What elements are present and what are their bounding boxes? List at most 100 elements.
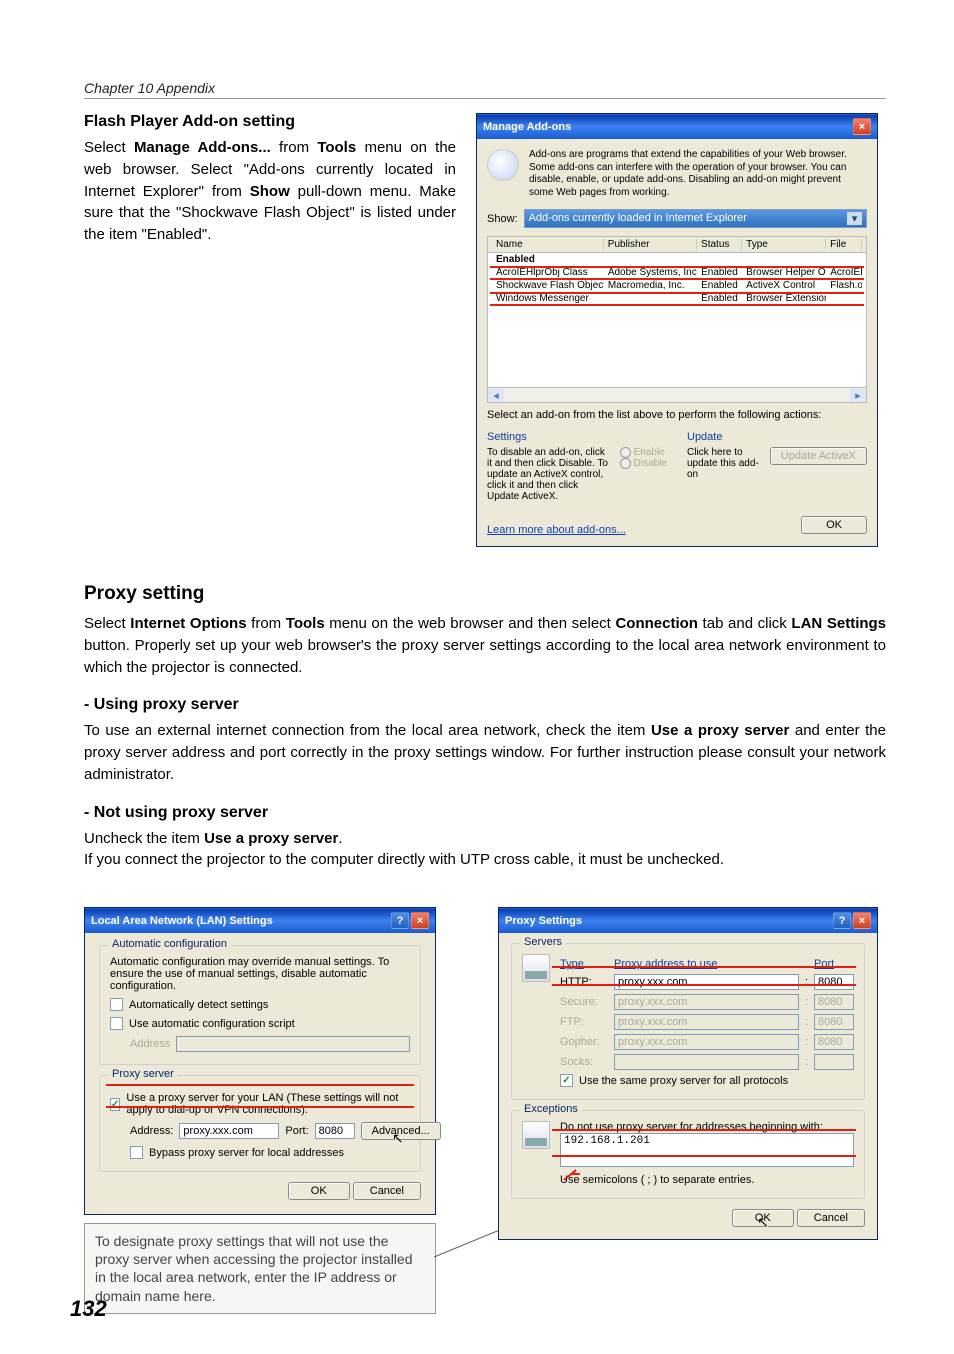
horizontal-scrollbar[interactable]: ◂▸ (487, 388, 867, 403)
settings-text: To disable an add-on, click it and then … (487, 447, 612, 502)
t: Select (84, 139, 134, 156)
titlebar: Proxy Settings ? × (499, 908, 877, 933)
checkbox-auto-detect[interactable] (110, 998, 123, 1011)
chapter-heading: Chapter 10 Appendix (84, 80, 886, 99)
lan-settings-dialog: Local Area Network (LAN) Settings ? × Au… (84, 907, 436, 1215)
ftp-port-input (814, 1014, 854, 1030)
proxy-server-label: Proxy server (108, 1068, 178, 1080)
secure-address-input (614, 994, 799, 1010)
flash-paragraph: Select Manage Add-ons... from Tools menu… (84, 137, 456, 246)
t: from (271, 139, 318, 156)
close-icon[interactable]: × (853, 912, 871, 929)
c: Flash.ocx (826, 280, 862, 291)
exceptions-label: Exceptions (520, 1103, 582, 1115)
socks-port-input (814, 1054, 854, 1070)
ftp-label: FTP: (560, 1016, 608, 1028)
t: LAN Settings (791, 615, 886, 632)
server-icon (522, 1121, 550, 1149)
proxy-address-input[interactable] (179, 1123, 279, 1139)
using-proxy-text: To use an external internet connection f… (84, 720, 886, 785)
secure-port-input (814, 994, 854, 1010)
radio-enable (620, 447, 631, 458)
using-proxy-title: - Using proxy server (84, 696, 886, 714)
t: Uncheck the item (84, 830, 204, 847)
address-label: Address: (130, 1125, 173, 1137)
t: Use a proxy server (651, 722, 789, 739)
show-value: Add-ons currently loaded in Internet Exp… (529, 212, 747, 225)
t: Internet Options (130, 615, 246, 632)
semicolons-text: Use semicolons ( ; ) to separate entries… (560, 1174, 854, 1186)
server-icon (522, 954, 550, 982)
col-name[interactable]: Name (492, 239, 604, 250)
checkbox-same-proxy[interactable]: ✓ (560, 1074, 573, 1087)
annotation-box: To designate proxy settings that will no… (84, 1223, 436, 1314)
close-icon[interactable]: × (411, 912, 429, 929)
socks-address-input (614, 1054, 799, 1070)
advanced-button[interactable]: Advanced... (361, 1122, 441, 1140)
show-dropdown[interactable]: Add-ons currently loaded in Internet Exp… (524, 209, 867, 228)
titlebar: Manage Add-ons × (477, 114, 877, 139)
c: Enabled (697, 280, 742, 291)
dialog-title: Proxy Settings (505, 915, 582, 927)
cancel-button[interactable]: Cancel (797, 1209, 865, 1227)
help-icon[interactable]: ? (833, 912, 851, 929)
list-header: Name Publisher Status Type File (487, 236, 867, 252)
addon-description: Add-ons are programs that extend the cap… (529, 149, 867, 199)
bypass-label: Bypass proxy server for local addresses (149, 1147, 344, 1159)
chevron-down-icon: ▾ (847, 212, 862, 225)
proxy-title: Proxy setting (84, 583, 886, 605)
show-label: Show: (487, 213, 518, 225)
port-label: Port: (285, 1125, 308, 1137)
auto-detect-label: Automatically detect settings (129, 999, 268, 1011)
ok-button[interactable]: OK (732, 1209, 794, 1227)
c: ActiveX Control (742, 280, 826, 291)
cancel-button[interactable]: Cancel (353, 1182, 421, 1200)
proxy-settings-dialog: Proxy Settings ? × Servers Type Proxy ad… (498, 907, 878, 1240)
secure-label: Secure: (560, 996, 608, 1008)
ok-button[interactable]: OK (801, 516, 867, 534)
col-type[interactable]: Type (742, 239, 826, 250)
auto-config-text: Automatic configuration may override man… (110, 956, 410, 992)
update-activex-button: Update ActiveX (770, 447, 867, 465)
learn-more-link[interactable]: Learn more about add-ons... (487, 524, 626, 536)
not-using-proxy-text2: If you connect the projector to the comp… (84, 849, 886, 871)
arrow-right-icon[interactable]: ▸ (850, 389, 866, 402)
update-text: Click here to update this add-on (687, 447, 762, 480)
script-address-input (176, 1036, 410, 1052)
checkbox-auto-script[interactable] (110, 1017, 123, 1030)
t: Tools (317, 139, 356, 156)
scroll-track[interactable] (504, 388, 850, 402)
socks-label: Socks: (560, 1056, 608, 1068)
gopher-port-input (814, 1034, 854, 1050)
not-using-proxy-title: - Not using proxy server (84, 804, 886, 822)
enable-label: Enable (634, 447, 665, 458)
close-icon[interactable]: × (853, 118, 871, 135)
address-label: Address (130, 1038, 170, 1050)
gopher-label: Gopher: (560, 1036, 608, 1048)
disable-label: Disable (634, 458, 667, 469)
not-using-proxy-text: Uncheck the item Use a proxy server. (84, 828, 886, 850)
col-file[interactable]: File (826, 239, 862, 250)
col-status[interactable]: Status (697, 239, 742, 250)
checkbox-bypass[interactable] (130, 1146, 143, 1159)
addon-icon (487, 149, 519, 181)
update-label: Update (687, 431, 867, 443)
ok-button[interactable]: OK (288, 1182, 350, 1200)
dialog-title: Manage Add-ons (483, 121, 571, 133)
t: from (247, 615, 286, 632)
t: Select (84, 615, 130, 632)
group-enabled: Enabled (492, 254, 539, 265)
col-publisher[interactable]: Publisher (604, 239, 697, 250)
instruction-text: Select an add-on from the list above to … (487, 409, 867, 421)
same-proxy-label: Use the same proxy server for all protoc… (579, 1075, 788, 1087)
list-item[interactable]: Shockwave Flash ObjectMacromedia, Inc.En… (488, 279, 866, 292)
settings-label: Settings (487, 431, 667, 443)
addon-list[interactable]: Enabled AcroIEHlprObj ClassAdobe Systems… (487, 252, 867, 388)
arrow-left-icon[interactable]: ◂ (488, 389, 504, 402)
help-icon[interactable]: ? (391, 912, 409, 929)
t: button. Properly set up your web browser… (84, 637, 886, 676)
proxy-port-input[interactable] (315, 1123, 355, 1139)
manage-addons-dialog: Manage Add-ons × Add-ons are programs th… (476, 113, 878, 547)
auto-script-label: Use automatic configuration script (129, 1018, 295, 1030)
servers-label: Servers (520, 936, 566, 948)
